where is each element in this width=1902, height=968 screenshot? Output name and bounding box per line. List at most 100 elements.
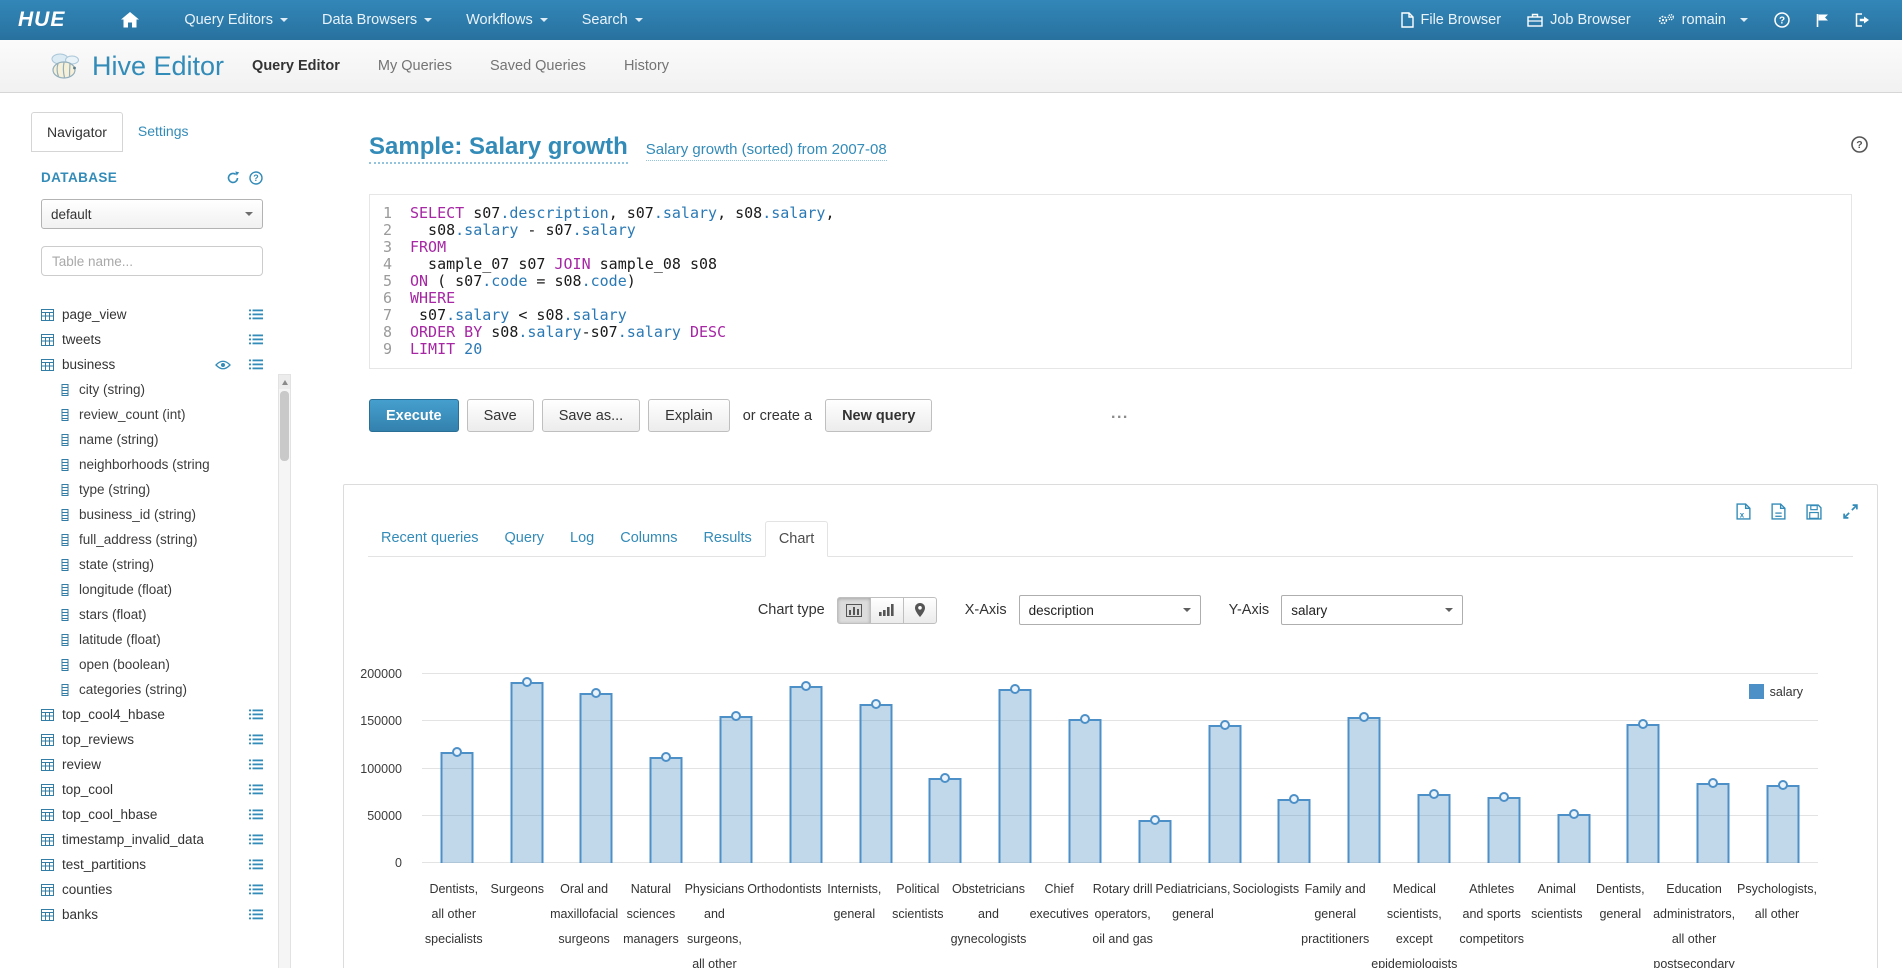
column-item-full-address-string[interactable]: full_address (string)	[41, 527, 263, 552]
user-menu[interactable]: romain	[1644, 0, 1761, 40]
list-icon[interactable]	[249, 859, 263, 870]
bar-oral-and-maxillofacial-surgeons[interactable]	[580, 693, 613, 863]
table-item-tweets[interactable]: tweets	[41, 327, 263, 352]
menu-search[interactable]: Search	[565, 0, 660, 40]
bar-political-scientists[interactable]	[929, 778, 962, 863]
results-tab-recent-queries[interactable]: Recent queries	[368, 521, 492, 557]
table-item-review[interactable]: review	[41, 752, 263, 777]
code-line[interactable]: 7 s07.salary < s08.salary	[370, 307, 1851, 324]
code-line[interactable]: 2 s08.salary - s07.salary	[370, 222, 1851, 239]
code-line[interactable]: 1SELECT s07.description, s07.salary, s08…	[370, 205, 1851, 222]
app-title[interactable]: Hive Editor	[92, 51, 224, 82]
list-icon[interactable]	[249, 734, 263, 745]
bar-psychologists-all-other[interactable]	[1767, 785, 1800, 863]
execute-button[interactable]: Execute	[369, 399, 459, 432]
download-xls-icon[interactable]: x	[1736, 503, 1751, 520]
bar-surgeons[interactable]	[510, 682, 543, 863]
refresh-icon[interactable]	[226, 171, 240, 185]
x-axis-select[interactable]: description	[1019, 595, 1201, 625]
bar-education-administrators-all-other-postsecondary[interactable]	[1697, 783, 1730, 863]
tab-saved-queries[interactable]: Saved Queries	[490, 58, 586, 74]
job-browser-link[interactable]: Job Browser	[1514, 0, 1644, 40]
editor-resize-handle[interactable]: ...	[1111, 405, 1129, 423]
query-help-button[interactable]: ?	[1851, 136, 1868, 153]
bar-athletes-and-sports-competitors[interactable]	[1487, 797, 1520, 863]
bar-obstetricians-and-gynecologists[interactable]	[999, 689, 1032, 863]
bar-natural-sciences-managers[interactable]	[650, 757, 683, 863]
chart-legend[interactable]: salary	[1749, 684, 1803, 699]
menu-query-editors[interactable]: Query Editors	[167, 0, 305, 40]
bar-pediatricians-general[interactable]	[1208, 725, 1241, 863]
list-icon[interactable]	[249, 909, 263, 920]
bar-physicians-and-surgeons-all-other[interactable]	[720, 716, 753, 863]
code-line[interactable]: 4 sample_07 s07 JOIN sample_08 s08	[370, 256, 1851, 273]
tab-history[interactable]: History	[624, 58, 669, 74]
code-line[interactable]: 5ON ( s07.code = s08.code)	[370, 273, 1851, 290]
logout-button[interactable]	[1842, 0, 1884, 40]
list-icon[interactable]	[249, 834, 263, 845]
home-button[interactable]	[107, 0, 153, 40]
column-item-state-string[interactable]: state (string)	[41, 552, 263, 577]
list-icon[interactable]	[249, 884, 263, 895]
download-csv-icon[interactable]	[1771, 503, 1786, 520]
column-item-longitude-float[interactable]: longitude (float)	[41, 577, 263, 602]
y-axis-select[interactable]: salary	[1281, 595, 1463, 625]
page-title[interactable]: Sample: Salary growth	[369, 133, 628, 164]
table-item-top-cool-hbase[interactable]: top_cool_hbase	[41, 802, 263, 827]
results-tab-chart[interactable]: Chart	[765, 521, 828, 557]
bar-sociologists[interactable]	[1278, 799, 1311, 863]
hue-logo[interactable]: HUE	[18, 8, 65, 32]
column-item-categories-string[interactable]: categories (string)	[41, 677, 263, 702]
sidebar-scrollbar[interactable]	[278, 374, 291, 968]
eye-icon[interactable]	[215, 360, 231, 370]
tab-query-editor[interactable]: Query Editor	[252, 58, 340, 74]
scroll-up-button[interactable]	[279, 375, 290, 389]
table-item-top-cool4-hbase[interactable]: top_cool4_hbase	[41, 702, 263, 727]
bar-rotary-drill-operators-oil-and-gas[interactable]	[1138, 820, 1171, 863]
bar-internists-general[interactable]	[859, 704, 892, 863]
save-as-button[interactable]: Save as...	[542, 399, 640, 432]
results-tab-columns[interactable]: Columns	[607, 521, 690, 557]
hbar-chart-button[interactable]	[837, 597, 871, 624]
results-tab-query[interactable]: Query	[492, 521, 558, 557]
query-subtitle[interactable]: Salary growth (sorted) from 2007-08	[646, 141, 887, 161]
bar-orthodontists[interactable]	[789, 686, 822, 863]
bar-animal-scientists[interactable]	[1557, 814, 1590, 863]
column-item-review-count-int[interactable]: review_count (int)	[41, 402, 263, 427]
table-filter-input[interactable]	[41, 246, 263, 276]
bar-chief-executives[interactable]	[1069, 719, 1102, 863]
table-item-page-view[interactable]: page_view	[41, 302, 263, 327]
database-select[interactable]: default	[41, 199, 263, 229]
bar-dentists-all-other-specialists[interactable]	[440, 752, 473, 864]
save-icon[interactable]	[1806, 504, 1822, 520]
explain-button[interactable]: Explain	[648, 399, 730, 432]
column-item-city-string[interactable]: city (string)	[41, 377, 263, 402]
results-tab-log[interactable]: Log	[557, 521, 607, 557]
list-icon[interactable]	[249, 334, 263, 345]
table-item-test-partitions[interactable]: test_partitions	[41, 852, 263, 877]
sql-editor[interactable]: 1SELECT s07.description, s07.salary, s08…	[369, 194, 1852, 369]
table-item-banks[interactable]: banks	[41, 902, 263, 927]
column-item-stars-float[interactable]: stars (float)	[41, 602, 263, 627]
expand-icon[interactable]	[1842, 503, 1859, 520]
bar-medical-scientists-except-epidemiologists[interactable]	[1418, 794, 1451, 863]
menu-data-browsers[interactable]: Data Browsers	[305, 0, 449, 40]
code-line[interactable]: 9LIMIT 20	[370, 341, 1851, 358]
list-icon[interactable]	[249, 359, 263, 370]
column-item-type-string[interactable]: type (string)	[41, 477, 263, 502]
bar-dentists-general[interactable]	[1627, 724, 1660, 863]
table-item-business[interactable]: business	[41, 352, 263, 377]
help-button[interactable]: ?	[1761, 0, 1803, 40]
map-chart-button[interactable]	[903, 597, 937, 624]
scrollbar-thumb[interactable]	[280, 391, 289, 461]
column-item-name-string[interactable]: name (string)	[41, 427, 263, 452]
sidebar-tab-navigator[interactable]: Navigator	[31, 112, 123, 152]
table-item-timestamp-invalid-data[interactable]: timestamp_invalid_data	[41, 827, 263, 852]
column-item-open-boolean[interactable]: open (boolean)	[41, 652, 263, 677]
column-item-neighborhoods-string[interactable]: neighborhoods (string	[41, 452, 263, 477]
table-item-top-reviews[interactable]: top_reviews	[41, 727, 263, 752]
bar-family-and-general-practitioners[interactable]	[1348, 717, 1381, 863]
list-icon[interactable]	[249, 784, 263, 795]
results-tab-results[interactable]: Results	[690, 521, 764, 557]
file-browser-link[interactable]: File Browser	[1388, 0, 1515, 40]
